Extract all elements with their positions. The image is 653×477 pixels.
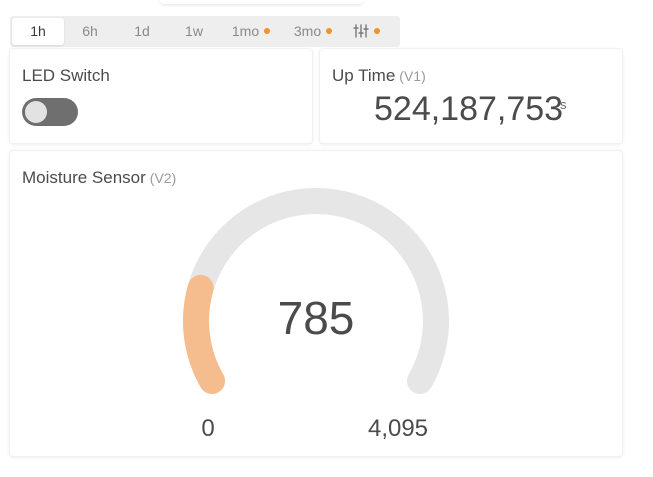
top-edge-strip <box>160 0 363 4</box>
widget-title: LED Switch <box>22 66 110 85</box>
up-time-unit: s <box>560 97 567 112</box>
gauge-min-label: 0 <box>201 415 215 442</box>
range-label: 1d <box>134 23 150 39</box>
widget-title: Up Time <box>332 66 396 85</box>
range-1h-button[interactable]: 1h <box>12 18 64 45</box>
widget-title-row: Up Time (V1) <box>332 66 426 86</box>
led-toggle-switch[interactable] <box>22 98 78 126</box>
range-1d-button[interactable]: 1d <box>116 18 168 45</box>
gauge-fill <box>183 274 226 394</box>
time-range-selector: 1h 6h 1d 1w 1mo 3mo <box>10 16 400 47</box>
range-label: 3mo <box>293 23 322 39</box>
range-3mo-button[interactable]: 3mo <box>282 18 344 45</box>
premium-dot-icon <box>264 28 271 35</box>
gauge-max-label: 4,095 <box>367 415 429 442</box>
range-label: 6h <box>82 23 98 39</box>
gauge-value: 785 <box>277 292 355 344</box>
led-switch-widget: LED Switch <box>10 49 312 143</box>
sliders-icon <box>352 24 369 38</box>
up-time-widget: Up Time (V1) 524,187,753 s <box>320 49 622 143</box>
premium-dot-icon <box>373 28 380 35</box>
moisture-sensor-widget: Moisture Sensor (V2) 785 0 4,095 <box>10 151 622 456</box>
range-label: 1h <box>30 23 46 39</box>
toggle-knob <box>25 101 47 123</box>
pin-label: (V1) <box>399 68 426 84</box>
premium-dot-icon <box>326 28 333 35</box>
range-6h-button[interactable]: 6h <box>64 18 116 45</box>
custom-range-button[interactable] <box>344 18 388 45</box>
range-label: 1w <box>185 23 203 39</box>
up-time-value: 524,187,753 <box>374 90 564 128</box>
range-1mo-button[interactable]: 1mo <box>220 18 282 45</box>
range-label: 1mo <box>231 23 260 39</box>
range-1w-button[interactable]: 1w <box>168 18 220 45</box>
